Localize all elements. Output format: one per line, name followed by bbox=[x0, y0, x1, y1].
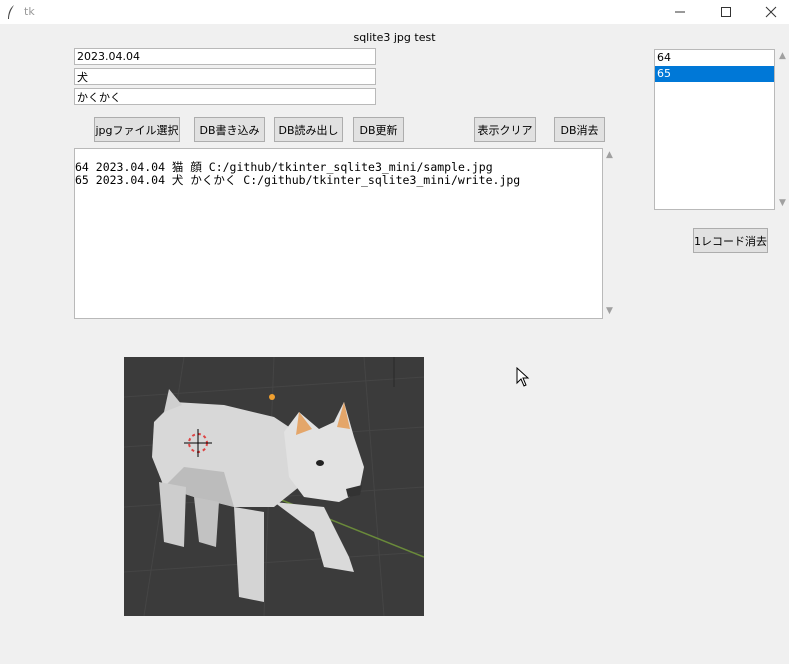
date-field[interactable] bbox=[74, 48, 376, 65]
name-field[interactable] bbox=[74, 68, 376, 85]
minimize-button[interactable] bbox=[657, 0, 703, 24]
listbox-scroll-down-icon[interactable]: ▼ bbox=[779, 198, 786, 208]
app-heading: sqlite3 jpg test bbox=[353, 31, 436, 44]
minimize-icon bbox=[675, 11, 685, 13]
description-field[interactable] bbox=[74, 88, 376, 105]
dog-3d-model-image bbox=[124, 357, 424, 616]
textbox-scroll-up-icon[interactable]: ▲ bbox=[606, 150, 613, 160]
output-line: 65 2023.04.04 犬 かくかく C:/github/tkinter_s… bbox=[75, 173, 521, 187]
window-title: tk bbox=[24, 5, 35, 18]
list-item-selected[interactable]: 65 bbox=[655, 66, 774, 82]
db-update-button[interactable]: DB更新 bbox=[353, 117, 404, 142]
title-bar: tk bbox=[0, 0, 789, 24]
feather-icon bbox=[8, 5, 14, 19]
db-write-button[interactable]: DB書き込み bbox=[194, 117, 265, 142]
record-image bbox=[124, 357, 424, 616]
record-listbox[interactable]: 64 65 bbox=[654, 49, 775, 210]
output-textbox[interactable]: 64 2023.04.04 猫 顔 C:/github/tkinter_sqli… bbox=[74, 148, 603, 319]
list-item[interactable]: 64 bbox=[655, 50, 774, 66]
db-delete-button[interactable]: DB消去 bbox=[554, 117, 605, 142]
delete-record-button[interactable]: 1レコード消去 bbox=[693, 228, 768, 253]
listbox-scroll-up-icon[interactable]: ▲ bbox=[779, 51, 786, 61]
maximize-icon bbox=[721, 7, 731, 17]
select-jpg-button[interactable]: jpgファイル選択 bbox=[94, 117, 180, 142]
close-icon bbox=[765, 6, 777, 18]
db-read-button[interactable]: DB読み出し bbox=[274, 117, 343, 142]
mouse-cursor-icon bbox=[516, 367, 530, 387]
close-button[interactable] bbox=[748, 0, 789, 24]
textbox-scroll-down-icon[interactable]: ▼ bbox=[606, 306, 613, 316]
clear-display-button[interactable]: 表示クリア bbox=[474, 117, 536, 142]
maximize-button[interactable] bbox=[703, 0, 749, 24]
